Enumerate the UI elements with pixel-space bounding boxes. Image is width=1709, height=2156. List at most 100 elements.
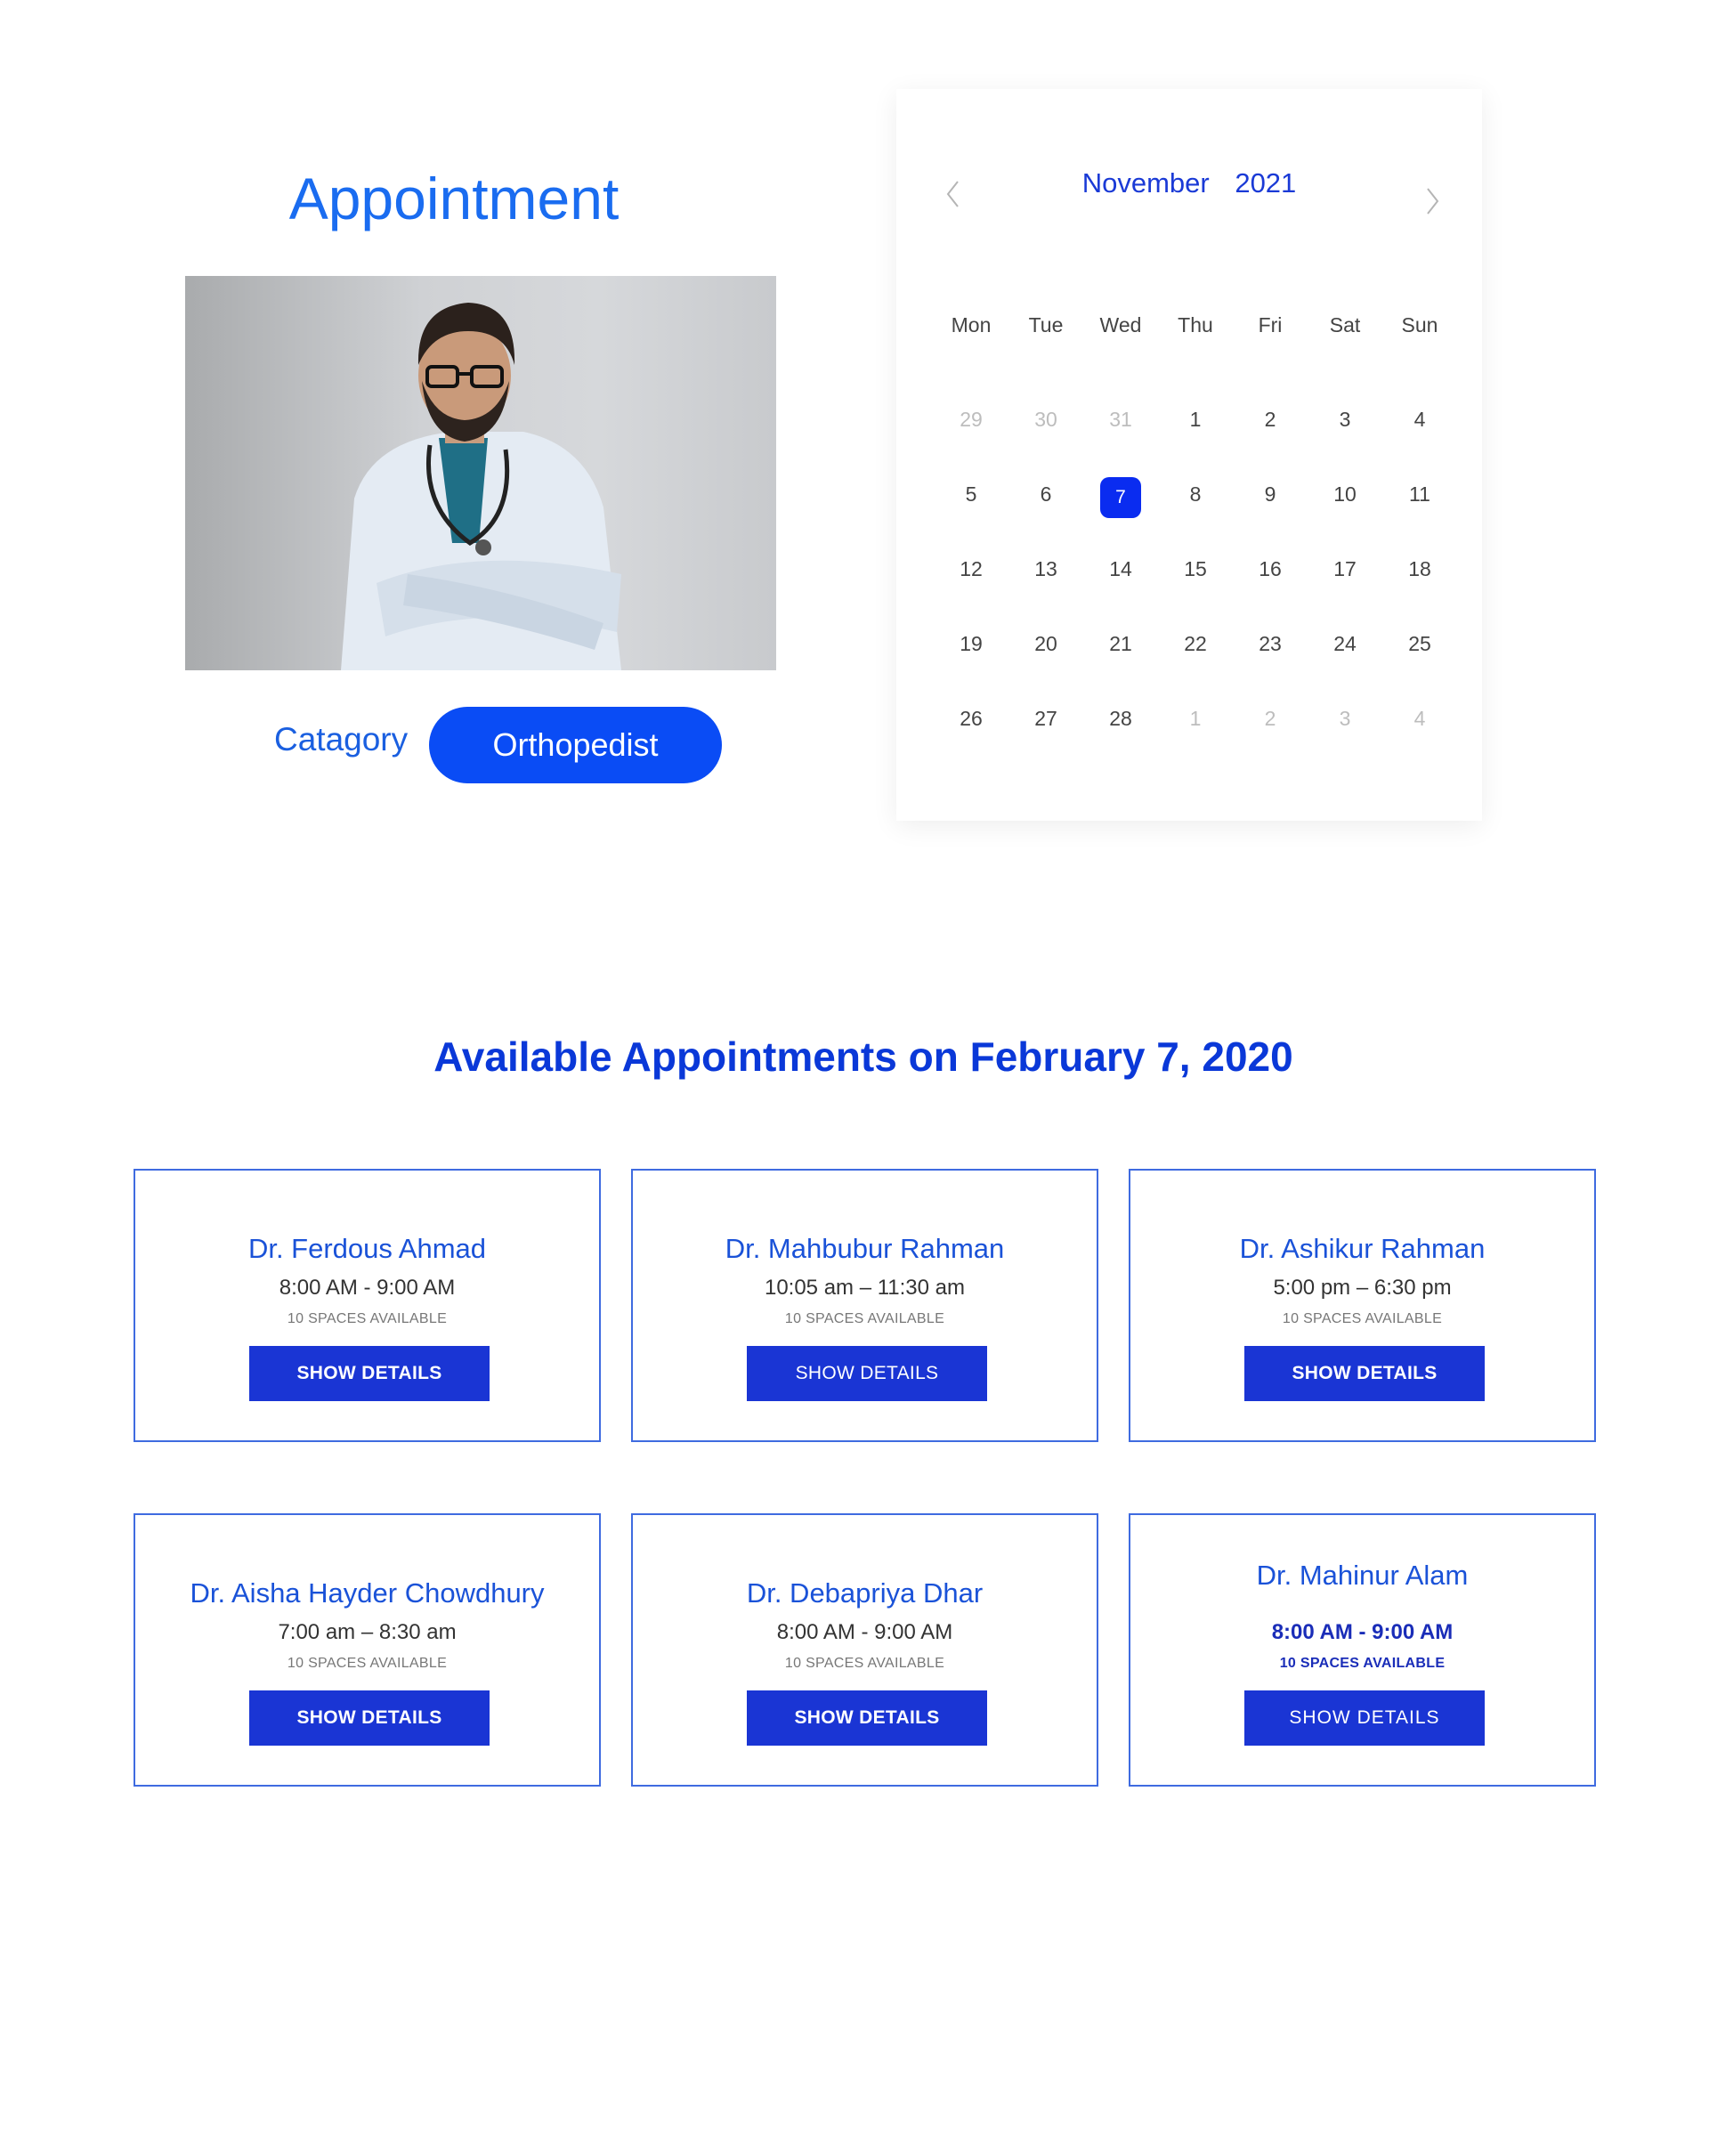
calendar-day[interactable]: 24	[1308, 606, 1382, 681]
calendar-day[interactable]: 10	[1308, 457, 1382, 531]
calendar-day-label: 25	[1408, 631, 1431, 655]
calendar-day[interactable]: 29	[934, 382, 1008, 457]
calendar-day-label: 8	[1189, 482, 1202, 506]
appointment-card: Dr. Aisha Hayder Chowdhury 7:00 am – 8:30…	[134, 1513, 601, 1787]
calendar-day-label: 26	[960, 706, 983, 730]
spaces-available: 10 SPACES AVAILABLE	[784, 1656, 945, 1671]
calendar-day[interactable]: 12	[934, 531, 1008, 606]
calendar-day[interactable]: 21	[1083, 606, 1158, 681]
calendar-day[interactable]: 25	[1382, 606, 1457, 681]
doctor-name: Dr. Ferdous Ahmad	[247, 1233, 487, 1264]
calendar-day[interactable]: 1	[1158, 681, 1233, 756]
weekday-label: Sat	[1329, 312, 1361, 336]
calendar-day-selected[interactable]: 7	[1083, 457, 1158, 531]
chevron-left-icon[interactable]	[935, 176, 971, 212]
calendar-day-label: 12	[960, 556, 983, 580]
calendar-day-label: 9	[1264, 482, 1276, 506]
calendar-day[interactable]: 3	[1308, 382, 1382, 457]
calendar-day-label: 3	[1339, 706, 1351, 730]
calendar-day-label: 20	[1034, 631, 1057, 655]
doctor-name: Dr. Mahinur Alam	[1256, 1560, 1469, 1591]
calendar-day-label: 2	[1264, 407, 1276, 431]
calendar-year: 2021	[1235, 167, 1297, 199]
calendar-day[interactable]: 13	[1008, 531, 1083, 606]
show-details-button[interactable]: SHOW DETAILS	[249, 1690, 490, 1746]
calendar-day[interactable]: 14	[1083, 531, 1158, 606]
calendar-day[interactable]: 5	[934, 457, 1008, 531]
doctor-photo	[185, 276, 776, 670]
calendar-day[interactable]: 28	[1083, 681, 1158, 756]
calendar-day[interactable]: 19	[934, 606, 1008, 681]
calendar-day[interactable]: 4	[1382, 382, 1457, 457]
show-details-button[interactable]: SHOW DETAILS	[747, 1346, 987, 1401]
calendar-day-label: 7	[1100, 477, 1141, 518]
show-details-button[interactable]: SHOW DETAILS	[1244, 1346, 1485, 1401]
calendar-day-label: 23	[1259, 631, 1282, 655]
calendar-day[interactable]: 27	[1008, 681, 1083, 756]
calendar-day-label: 1	[1189, 407, 1202, 431]
calendar-month: November	[1081, 167, 1210, 199]
calendar-day-label: 3	[1339, 407, 1351, 431]
calendar-day[interactable]: 2	[1233, 681, 1308, 756]
calendar-day[interactable]: 20	[1008, 606, 1083, 681]
appointment-time: 8:00 AM - 9:00 AM	[279, 1276, 456, 1300]
calendar-day[interactable]: 3	[1308, 681, 1382, 756]
calendar-day-label: 14	[1109, 556, 1132, 580]
spaces-available: 10 SPACES AVAILABLE	[287, 1656, 448, 1671]
calendar-day-label: 27	[1034, 706, 1057, 730]
appointment-time: 8:00 AM - 9:00 AM	[1271, 1620, 1454, 1644]
calendar-week: 12 13 14 15 16 17 18	[934, 531, 1457, 606]
calendar-day[interactable]: 22	[1158, 606, 1233, 681]
calendar-day[interactable]: 1	[1158, 382, 1233, 457]
appointments-title: Available Appointments on February 7, 20…	[433, 1033, 1293, 1080]
calendar-day-label: 2	[1264, 706, 1276, 730]
spaces-available: 10 SPACES AVAILABLE	[287, 1311, 448, 1326]
calendar-day[interactable]: 16	[1233, 531, 1308, 606]
weekday-label: Thu	[1178, 312, 1213, 336]
calendar: November 2021 Mon Tue Wed Thu Fri Sat Sun 29 30…	[896, 89, 1482, 821]
calendar-day-label: 24	[1333, 631, 1357, 655]
appointment-card: Dr. Mahbubur Rahman 10:05 am – 11:30 am 10…	[631, 1169, 1098, 1442]
show-details-button[interactable]: SHOW DETAILS	[747, 1690, 987, 1746]
calendar-day[interactable]: 8	[1158, 457, 1233, 531]
calendar-day[interactable]: 23	[1233, 606, 1308, 681]
calendar-week: 29 30 31 1 2 3 4	[934, 382, 1457, 457]
calendar-day[interactable]: 11	[1382, 457, 1457, 531]
calendar-day-label: 16	[1259, 556, 1282, 580]
calendar-day[interactable]: 6	[1008, 457, 1083, 531]
calendar-day[interactable]: 4	[1382, 681, 1457, 756]
appointment-time: 5:00 pm – 6:30 pm	[1273, 1276, 1452, 1300]
calendar-day[interactable]: 26	[934, 681, 1008, 756]
calendar-dates: 29 30 31 1 2 3 4 5 6 7 8 9 10 11 12 13 14 15 16 17 18 19 20 21 2…	[934, 382, 1457, 756]
calendar-day-label: 18	[1408, 556, 1431, 580]
appointment-card: Dr. Mahinur Alam 8:00 AM - 9:00 AM 10 SPAC…	[1129, 1513, 1596, 1787]
appointment-card: Dr. Ferdous Ahmad 8:00 AM - 9:00 AM 10 SPA…	[134, 1169, 601, 1442]
calendar-day[interactable]: 9	[1233, 457, 1308, 531]
weekday-label: Fri	[1258, 312, 1283, 336]
chevron-right-icon[interactable]	[1414, 183, 1450, 219]
calendar-day[interactable]: 30	[1008, 382, 1083, 457]
calendar-day-label: 1	[1189, 706, 1202, 730]
calendar-day-label: 19	[960, 631, 983, 655]
appointment-card: Dr. Debapriya Dhar 8:00 AM - 9:00 AM 10 SP…	[631, 1513, 1098, 1787]
category-button[interactable]: Orthopedist	[429, 707, 722, 783]
weekday-label: Tue	[1028, 312, 1064, 336]
calendar-day-label: 31	[1109, 407, 1132, 431]
spaces-available: 10 SPACES AVAILABLE	[1279, 1656, 1446, 1671]
calendar-day-label: 22	[1184, 631, 1207, 655]
calendar-day[interactable]: 15	[1158, 531, 1233, 606]
calendar-day-label: 5	[965, 482, 977, 506]
weekday-label: Mon	[951, 312, 992, 336]
calendar-day[interactable]: 2	[1233, 382, 1308, 457]
calendar-title: November 2021	[896, 167, 1482, 199]
calendar-day[interactable]: 31	[1083, 382, 1158, 457]
appointment-time: 10:05 am – 11:30 am	[764, 1276, 966, 1300]
show-details-button[interactable]: SHOW DETAILS	[249, 1346, 490, 1401]
page-title: Appointment	[288, 166, 620, 231]
doctor-illustration	[341, 303, 621, 670]
calendar-day[interactable]: 18	[1382, 531, 1457, 606]
appointment-time: 7:00 am – 8:30 am	[278, 1620, 457, 1644]
show-details-button[interactable]: SHOW DETAILS	[1244, 1690, 1485, 1746]
calendar-week: 19 20 21 22 23 24 25	[934, 606, 1457, 681]
calendar-day[interactable]: 17	[1308, 531, 1382, 606]
